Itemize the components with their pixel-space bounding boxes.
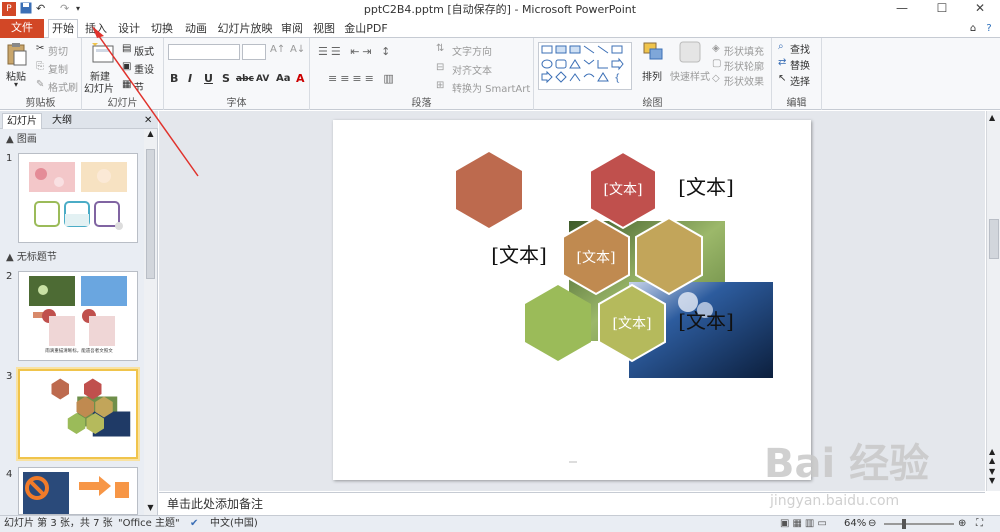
annotation-arrow — [92, 26, 199, 177]
